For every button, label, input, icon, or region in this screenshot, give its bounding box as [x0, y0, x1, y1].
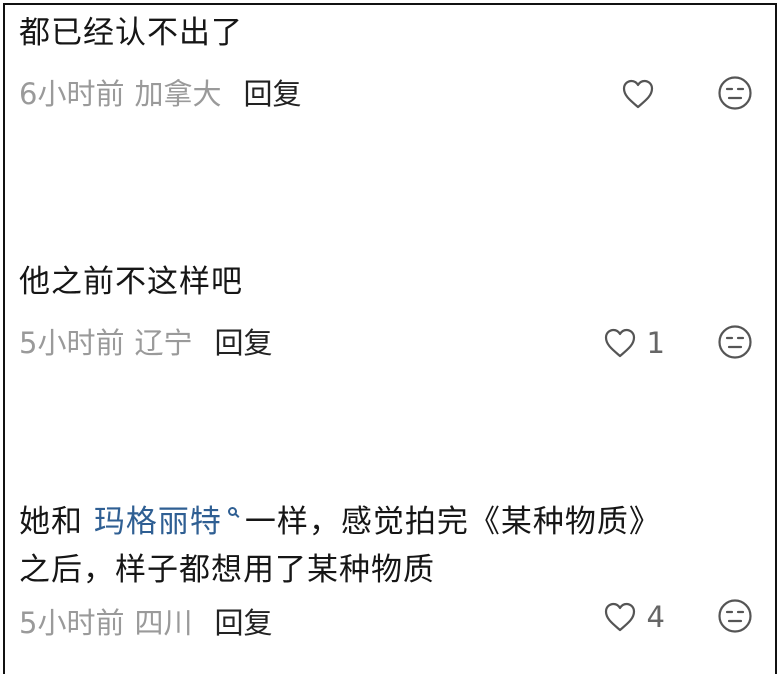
comment-item: 她和 玛格丽特 一样，感觉拍完《某种物质》 之后，样子都想用了某种物质 5小时前四…: [19, 498, 761, 646]
like-button[interactable]: 1: [603, 324, 665, 362]
reply-button[interactable]: 回复: [214, 606, 272, 640]
comment-item: 都已经认不出了 6小时前 加拿大 回复: [19, 9, 761, 117]
reply-button[interactable]: 回复: [214, 326, 272, 360]
comment-location: 辽宁: [134, 326, 193, 360]
like-count: 1: [646, 326, 665, 360]
like-button[interactable]: 4: [603, 598, 665, 636]
comment-text: 她和 玛格丽特 一样，感觉拍完《某种物质》 之后，样子都想用了某种物质: [19, 498, 761, 594]
comment-text-rest: 一样，感觉拍完《某种物质》: [244, 504, 661, 540]
heart-outline-icon: [604, 602, 635, 632]
comment-location: 加拿大: [134, 77, 222, 111]
meh-face-icon[interactable]: [717, 598, 753, 634]
comment-text: 都已经认不出了: [19, 15, 243, 51]
mention-link[interactable]: 玛格丽特: [94, 504, 222, 540]
meh-face-icon[interactable]: [717, 75, 753, 111]
search-icon[interactable]: [227, 507, 237, 516]
heart-outline-icon: [604, 328, 635, 358]
comment-meta: 5小时前 辽宁 回复 1: [19, 320, 761, 366]
comment-text-start: 她和: [19, 504, 94, 540]
like-button[interactable]: [621, 75, 665, 113]
comment-list: 都已经认不出了 6小时前 加拿大 回复 他之前不这样吧 5小时前 辽宁 回复 1…: [3, 3, 777, 674]
comment-time: 6小时前: [19, 77, 125, 111]
reply-button[interactable]: 回复: [243, 77, 301, 111]
comment-item: 他之前不这样吧 5小时前 辽宁 回复 1: [19, 258, 761, 366]
comment-text: 他之前不这样吧: [19, 264, 243, 300]
comment-meta: 6小时前 加拿大 回复: [19, 71, 761, 117]
comment-time: 5小时前: [19, 606, 125, 640]
heart-outline-icon: [622, 79, 654, 109]
like-count: 4: [646, 600, 665, 634]
comment-location: 四川: [134, 606, 193, 640]
meh-face-icon[interactable]: [717, 324, 753, 360]
comment-text-line2: 之后，样子都想用了某种物质: [19, 552, 435, 588]
comment-meta: 5小时前 四川 回复 4: [19, 598, 761, 646]
comment-time: 5小时前: [19, 326, 125, 360]
